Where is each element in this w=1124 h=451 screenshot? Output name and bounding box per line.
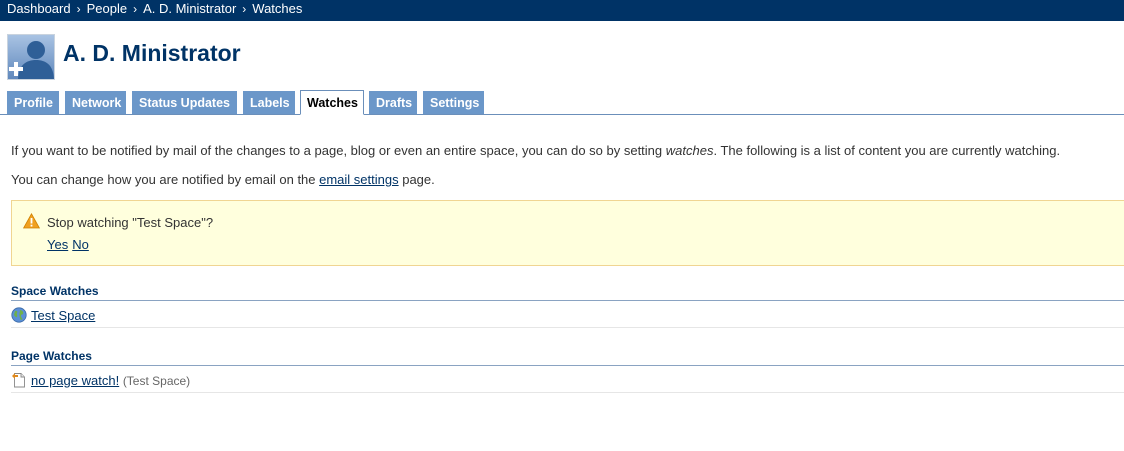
tab-labels[interactable]: Labels <box>243 91 295 114</box>
user-avatar-icon[interactable] <box>7 34 55 80</box>
email-text-end: page. <box>398 172 435 187</box>
tab-profile[interactable]: Profile <box>7 91 59 114</box>
breadcrumb-dashboard[interactable]: Dashboard <box>7 1 71 16</box>
breadcrumb-current: Watches <box>252 1 303 16</box>
breadcrumb-separator: › <box>133 2 138 16</box>
breadcrumb-people[interactable]: People <box>87 1 127 16</box>
breadcrumb: Dashboard › People › A. D. Ministrator › Watch… <box>7 1 302 16</box>
globe-icon <box>11 307 27 323</box>
tab-watches[interactable]: Watches <box>300 90 364 115</box>
warning-icon <box>22 212 41 232</box>
confirmation-message: Stop watching "Test Space"? <box>47 215 214 230</box>
tab-status-updates[interactable]: Status Updates <box>132 91 237 114</box>
tab-network[interactable]: Network <box>65 91 126 114</box>
yes-link[interactable]: Yes <box>47 237 68 252</box>
email-text: You can change how you are notified by e… <box>11 172 320 187</box>
email-settings-paragraph: You can change how you are notified by e… <box>11 172 435 187</box>
page-watch-space: (Test Space) <box>122 374 191 388</box>
space-watch-link[interactable]: Test Space <box>31 308 95 323</box>
page-watches-heading: Page Watches <box>11 349 92 363</box>
breadcrumb-user[interactable]: A. D. Ministrator <box>143 1 236 16</box>
row-divider <box>11 327 1124 328</box>
tab-settings[interactable]: Settings <box>423 91 484 114</box>
intro-paragraph: If you want to be notified by mail of th… <box>11 143 1121 158</box>
email-settings-link[interactable]: email settings <box>319 172 398 187</box>
breadcrumb-separator: › <box>242 2 247 16</box>
breadcrumb-separator: › <box>76 2 81 16</box>
profile-tabs: Profile Network Status Updates Labels Wa… <box>0 90 1124 115</box>
stop-watching-confirmation: Stop watching "Test Space"? Yes No <box>11 200 1124 266</box>
list-item: Test Space <box>11 307 95 323</box>
section-divider <box>11 300 1124 301</box>
intro-text: If you want to be notified by mail of th… <box>11 143 666 158</box>
intro-emphasis: watches <box>665 143 714 158</box>
intro-text-end: . The following is a list of content you… <box>713 143 1061 158</box>
tab-drafts[interactable]: Drafts <box>369 91 417 114</box>
list-item: no page watch! (Test Space) <box>11 372 190 388</box>
page-watch-link[interactable]: no page watch! <box>31 373 119 388</box>
row-divider <box>11 392 1124 393</box>
confirmation-actions: Yes No <box>47 237 93 252</box>
page-icon <box>12 373 25 388</box>
breadcrumb-bar: Dashboard › People › A. D. Ministrator › Watch… <box>0 0 1124 21</box>
page-title: A. D. Ministrator <box>63 40 241 66</box>
no-link[interactable]: No <box>72 237 89 252</box>
section-divider <box>11 365 1124 366</box>
space-watches-heading: Space Watches <box>11 284 99 298</box>
